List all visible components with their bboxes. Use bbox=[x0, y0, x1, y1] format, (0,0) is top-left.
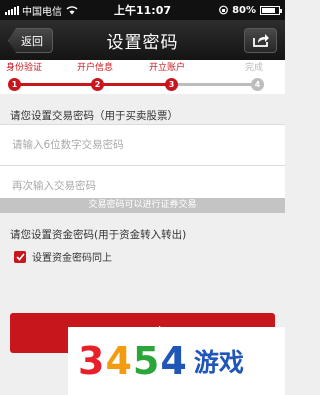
carrier-name: 中国电信 bbox=[22, 6, 62, 18]
wifi-icon bbox=[66, 5, 78, 15]
watermark-digit-1: 3 bbox=[78, 339, 106, 383]
step-dot-1: 1 bbox=[8, 78, 21, 91]
navigation-bar: 返回 设置密码 bbox=[0, 20, 285, 60]
step-track-pending bbox=[171, 83, 257, 86]
trade-password-label: 请您设置交易密码（用于买卖股票） bbox=[10, 110, 178, 122]
page-title: 设置密码 bbox=[106, 32, 179, 53]
watermark-digit-2: 4 bbox=[105, 339, 133, 383]
trade-password-confirm-input[interactable] bbox=[12, 179, 252, 192]
same-password-label: 设置资金密码同上 bbox=[32, 253, 112, 264]
trade-password-row bbox=[0, 125, 285, 165]
step-label-2: 开户信息 bbox=[77, 63, 114, 73]
fund-password-label: 请您设置资金密码(用于资金转入转出) bbox=[10, 229, 187, 241]
battery-percent: 80% bbox=[232, 4, 256, 16]
status-bar: 中国电信 上午11:07 80% bbox=[0, 0, 285, 20]
same-password-option[interactable]: 设置资金密码同上 bbox=[14, 249, 112, 264]
step-label-1: 身份验证 bbox=[6, 63, 43, 73]
watermark-digit-3: 5 bbox=[132, 339, 161, 383]
info-banner: 交易密码可以进行证券交易 bbox=[0, 198, 285, 213]
trade-password-input[interactable] bbox=[12, 139, 252, 151]
watermark-digits: 3454 bbox=[78, 342, 188, 380]
trade-password-form bbox=[0, 124, 285, 206]
watermark-digit-4: 4 bbox=[160, 339, 188, 383]
step-dot-2: 2 bbox=[91, 78, 104, 91]
share-button[interactable] bbox=[244, 28, 277, 53]
step-label-3: 开立账户 bbox=[149, 63, 186, 73]
battery-icon bbox=[260, 5, 282, 15]
step-label-4: 完成 bbox=[245, 63, 264, 73]
lock-rotation-icon bbox=[219, 5, 228, 15]
share-icon bbox=[252, 34, 269, 47]
watermark-text: 游戏 bbox=[193, 348, 244, 377]
site-watermark-logo: 3454 游戏 bbox=[68, 327, 285, 395]
step-dot-3: 3 bbox=[165, 78, 178, 91]
same-password-checkbox[interactable] bbox=[14, 250, 26, 263]
back-button[interactable]: 返回 bbox=[8, 28, 53, 53]
step-progress: 身份验证 开户信息 开立账户 完成 1 2 3 4 bbox=[0, 60, 285, 94]
signal-icon bbox=[5, 5, 19, 15]
check-icon bbox=[15, 252, 25, 261]
step-dot-4: 4 bbox=[251, 78, 264, 91]
